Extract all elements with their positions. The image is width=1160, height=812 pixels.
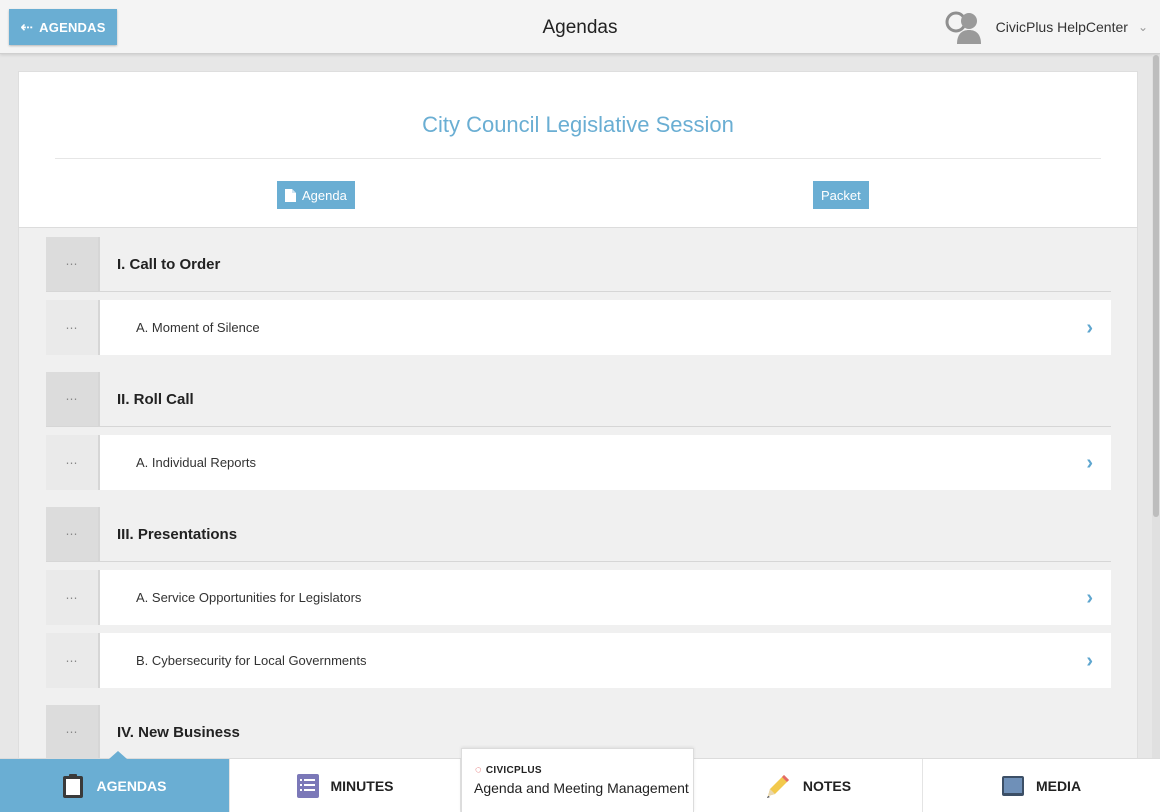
drag-handle-icon[interactable]: ⋯ (46, 435, 100, 490)
nav-tab-minutes[interactable]: MINUTES (230, 759, 461, 812)
user-avatar-icon (945, 11, 981, 44)
clipboard-icon (63, 774, 84, 798)
nav-tab-label: NOTES (802, 778, 852, 794)
drag-handle-icon[interactable]: ⋯ (46, 300, 100, 355)
user-name: CivicPlus HelpCenter (995, 19, 1128, 35)
item-title: A. Moment of Silence (136, 320, 260, 335)
meeting-card-header: City Council Legislative Session Agenda … (18, 71, 1138, 227)
document-icon (285, 188, 296, 202)
agenda-item-row[interactable]: ⋯ A. Individual Reports › (46, 435, 1111, 490)
section-title: III. Presentations (117, 525, 238, 543)
agenda-list: ⋯ I. Call to Order ⋯ A. Moment of Silenc… (18, 227, 1138, 758)
agenda-section-row[interactable]: ⋯ III. Presentations (46, 507, 1111, 562)
top-bar: ⇠ AGENDAS Agendas CivicPlus HelpCenter ⌄ (0, 0, 1160, 54)
item-title: A. Service Opportunities for Legislators (136, 590, 362, 605)
agenda-document-button[interactable]: Agenda (277, 181, 355, 209)
chevron-right-icon[interactable]: › (1086, 588, 1093, 608)
nav-tab-label: MINUTES (330, 778, 394, 794)
user-menu[interactable]: CivicPlus HelpCenter ⌄ (944, 10, 1148, 44)
nav-tab-label: MEDIA (1035, 778, 1082, 794)
drag-handle-icon[interactable]: ⋯ (46, 570, 100, 625)
packet-document-button[interactable]: Packet (813, 181, 869, 209)
scrollbar[interactable] (1152, 55, 1160, 758)
meeting-title: City Council Legislative Session (422, 112, 734, 137)
drag-handle-icon[interactable]: ⋯ (46, 237, 100, 291)
drag-handle-icon[interactable]: ⋯ (46, 507, 100, 561)
chevron-down-icon: ⌄ (1137, 20, 1148, 34)
agenda-item-row[interactable]: ⋯ A. Service Opportunities for Legislato… (46, 570, 1111, 625)
section-title: I. Call to Order (117, 255, 221, 273)
list-document-icon (296, 774, 319, 798)
chevron-right-icon[interactable]: › (1086, 318, 1093, 338)
packet-button-label: Packet (821, 187, 861, 203)
drag-handle-icon[interactable]: ⋯ (46, 372, 100, 426)
tablet-icon (1001, 776, 1024, 796)
civicplus-logo-icon: ◌ (475, 764, 482, 776)
chevron-right-icon[interactable]: › (1086, 651, 1093, 671)
agenda-section-row[interactable]: ⋯ II. Roll Call (46, 372, 1111, 427)
nav-tab-notes[interactable]: NOTES (694, 759, 923, 812)
brand-logo-text: CIVICPLUS (485, 764, 542, 776)
drag-handle-icon[interactable]: ⋯ (46, 705, 100, 758)
pencil-icon (766, 775, 789, 798)
brand-subtitle: Agenda and Meeting Management (474, 780, 689, 796)
nav-tab-label: AGENDAS (96, 778, 167, 794)
agenda-item-row[interactable]: ⋯ B. Cybersecurity for Local Governments… (46, 633, 1111, 688)
nav-tab-agendas[interactable]: AGENDAS (0, 751, 230, 812)
item-title: B. Cybersecurity for Local Governments (136, 653, 367, 668)
chevron-right-icon[interactable]: › (1086, 453, 1093, 473)
civicplus-brand: ◌ CIVICPLUS Agenda and Meeting Managemen… (461, 748, 694, 812)
item-title: A. Individual Reports (136, 455, 256, 470)
section-title: IV. New Business (117, 723, 240, 741)
divider (55, 158, 1101, 159)
agenda-button-label: Agenda (302, 187, 347, 203)
section-title: II. Roll Call (117, 390, 194, 408)
nav-tab-media[interactable]: MEDIA (923, 759, 1160, 812)
agenda-section-row[interactable]: ⋯ I. Call to Order (46, 237, 1111, 292)
civicplus-logo: ◌ CIVICPLUS (475, 764, 542, 776)
drag-handle-icon[interactable]: ⋯ (46, 633, 100, 688)
scrollbar-thumb[interactable] (1153, 55, 1159, 517)
agenda-item-row[interactable]: ⋯ A. Moment of Silence › (46, 300, 1111, 355)
